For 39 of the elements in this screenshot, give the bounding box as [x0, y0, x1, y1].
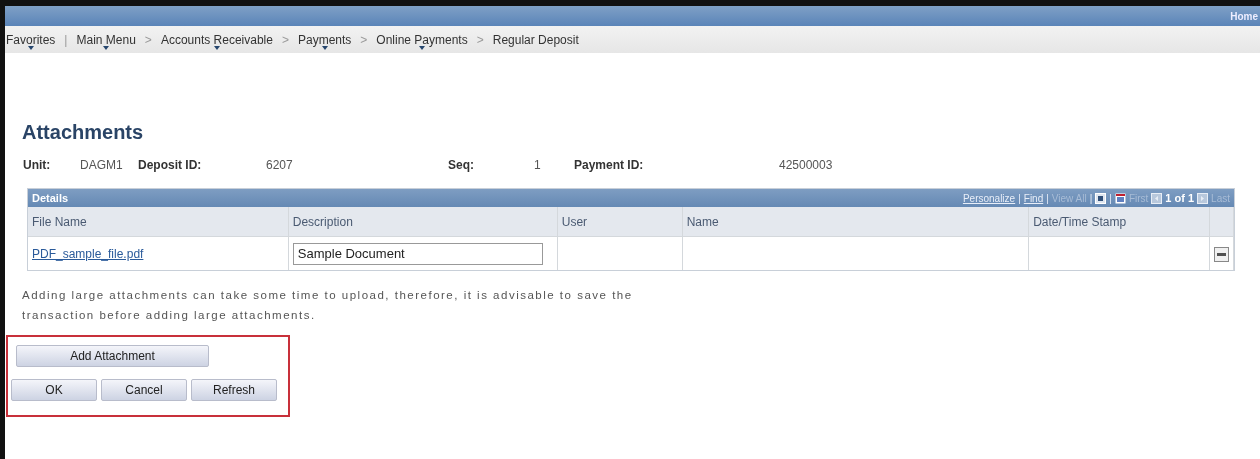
action-button[interactable]: OK — [11, 379, 97, 401]
column-header: User — [557, 207, 683, 237]
grid-title: Details — [32, 192, 69, 204]
action-button[interactable]: Refresh — [191, 379, 277, 401]
description-field[interactable]: Sample Document — [292, 242, 543, 265]
toolbar-separator: | — [1089, 192, 1093, 204]
toolbar-separator: | — [1109, 192, 1112, 204]
field-value: DAGM1 — [80, 158, 124, 172]
field-label: Unit: — [23, 158, 52, 172]
field-value: 6207 — [266, 158, 294, 172]
column-header: Date/Time Stamp — [1028, 207, 1210, 237]
field-label: Deposit ID: — [138, 158, 203, 172]
toolbar-separator: | — [1046, 192, 1049, 204]
breadcrumb-separator: > — [476, 32, 484, 47]
spreadsheet-icon[interactable] — [1114, 192, 1126, 204]
minus-icon — [1217, 253, 1226, 256]
row-count: 1 of 1 — [1165, 192, 1195, 204]
breadcrumb-link[interactable]: Regular Deposit — [492, 32, 579, 47]
toolbar-separator: | — [1018, 192, 1021, 204]
grid-zoom-icon[interactable] — [1095, 192, 1107, 204]
file-link[interactable]: PDF_sample_file.pdf — [32, 246, 144, 261]
next-icon[interactable] — [1197, 192, 1209, 204]
breadcrumb-separator: > — [144, 32, 152, 47]
add-attachment-button[interactable]: Add Attachment — [16, 345, 209, 367]
previous-icon[interactable] — [1151, 192, 1163, 204]
info-text: Adding large attachments can take some time to upload, therefore, it is advisable to save the transaction before adding large attachments. — [22, 288, 634, 323]
field-label: Seq: — [448, 158, 475, 172]
field-value: 42500003 — [779, 158, 834, 172]
breadcrumb-separator: > — [360, 32, 368, 47]
column-header: File Name — [28, 207, 289, 237]
action-button[interactable]: Cancel — [101, 379, 187, 401]
delete-row-button[interactable] — [1214, 247, 1229, 262]
column-header: Description — [288, 207, 558, 237]
field-value: 1 — [533, 158, 542, 172]
field-label: Payment ID: — [574, 158, 645, 172]
breadcrumb-separator: | — [64, 32, 68, 47]
page-title: Attachments — [22, 121, 145, 144]
column-header: Name — [682, 207, 1029, 237]
breadcrumb-separator: > — [281, 32, 289, 47]
